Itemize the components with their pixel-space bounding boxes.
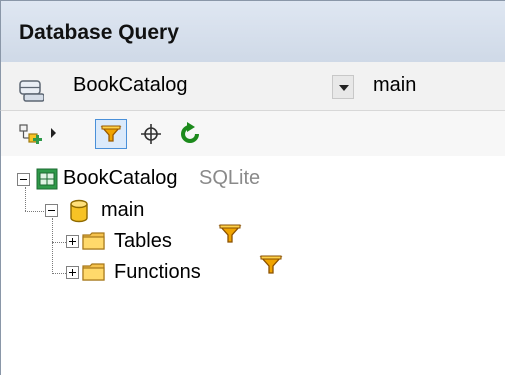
filter-icon[interactable]: [259, 254, 283, 276]
folder-icon: [82, 232, 105, 250]
database-query-panel: Database Query BookCatalog main BookCata…: [0, 0, 505, 375]
database-connection-icon: [19, 80, 44, 102]
filter-icon: [100, 125, 122, 142]
tree-connector: [52, 242, 66, 243]
datasource-combobox[interactable]: BookCatalog: [73, 74, 188, 97]
database-root-icon: [36, 168, 58, 190]
root-node-type: SQLite: [199, 167, 261, 189]
tables-node-label[interactable]: Tables: [114, 230, 172, 253]
chevron-down-icon: [339, 85, 349, 91]
panel-title: Database Query: [19, 21, 179, 44]
tree-connector: [52, 218, 53, 274]
tree-connector: [52, 273, 66, 274]
tree-connector: [25, 211, 46, 212]
folder-icon: [82, 263, 105, 281]
filter-button[interactable]: [95, 119, 127, 149]
schema-node-label[interactable]: main: [101, 199, 144, 222]
datasource-dropdown-button[interactable]: [332, 75, 354, 99]
cylinder-icon: [70, 199, 88, 223]
caret-right-icon[interactable]: [51, 128, 56, 138]
root-collapse-toggle[interactable]: [17, 173, 30, 186]
add-datasource-icon[interactable]: [18, 122, 44, 148]
filter-icon[interactable]: [218, 223, 242, 245]
crosshair-icon[interactable]: [138, 121, 164, 147]
schema-combobox[interactable]: main: [373, 74, 416, 97]
tables-expand-toggle[interactable]: [66, 235, 79, 248]
refresh-icon[interactable]: [176, 120, 204, 148]
tree-connector: [25, 187, 26, 211]
schema-collapse-toggle[interactable]: [45, 204, 58, 217]
tree-toolbar: [0, 110, 505, 156]
functions-node-label[interactable]: Functions: [114, 261, 201, 284]
panel-titlebar: Database Query: [0, 0, 505, 62]
root-node-label[interactable]: BookCatalog: [63, 167, 178, 190]
functions-expand-toggle[interactable]: [66, 266, 79, 279]
